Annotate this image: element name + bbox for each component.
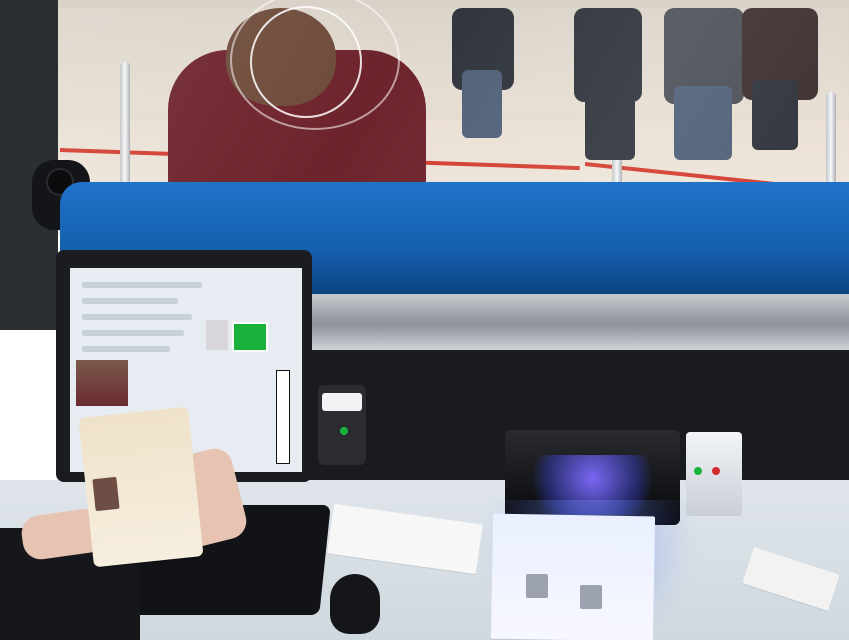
document-photo-left [526, 574, 548, 598]
screen-line-3 [82, 314, 192, 320]
document-photo-right [580, 585, 602, 609]
screen-green-status [232, 322, 268, 352]
mouse-icon [330, 574, 380, 634]
screen-line-1 [82, 282, 202, 288]
screen-sidebar [276, 370, 290, 464]
screen-line-4 [82, 330, 184, 336]
screen-line-2 [82, 298, 178, 304]
counter-rail [300, 294, 849, 354]
border-control-scene [0, 0, 849, 640]
screen-line-5 [82, 346, 170, 352]
reader-device-top [322, 393, 362, 411]
scanned-document [490, 513, 656, 640]
photo [0, 0, 849, 640]
screen-gray-box [206, 320, 228, 350]
screen-face-thumbnail [76, 360, 128, 406]
led-green-right [694, 467, 702, 475]
passport-photo [92, 476, 120, 512]
led-red-right [712, 467, 720, 475]
led-green-left [340, 427, 348, 435]
